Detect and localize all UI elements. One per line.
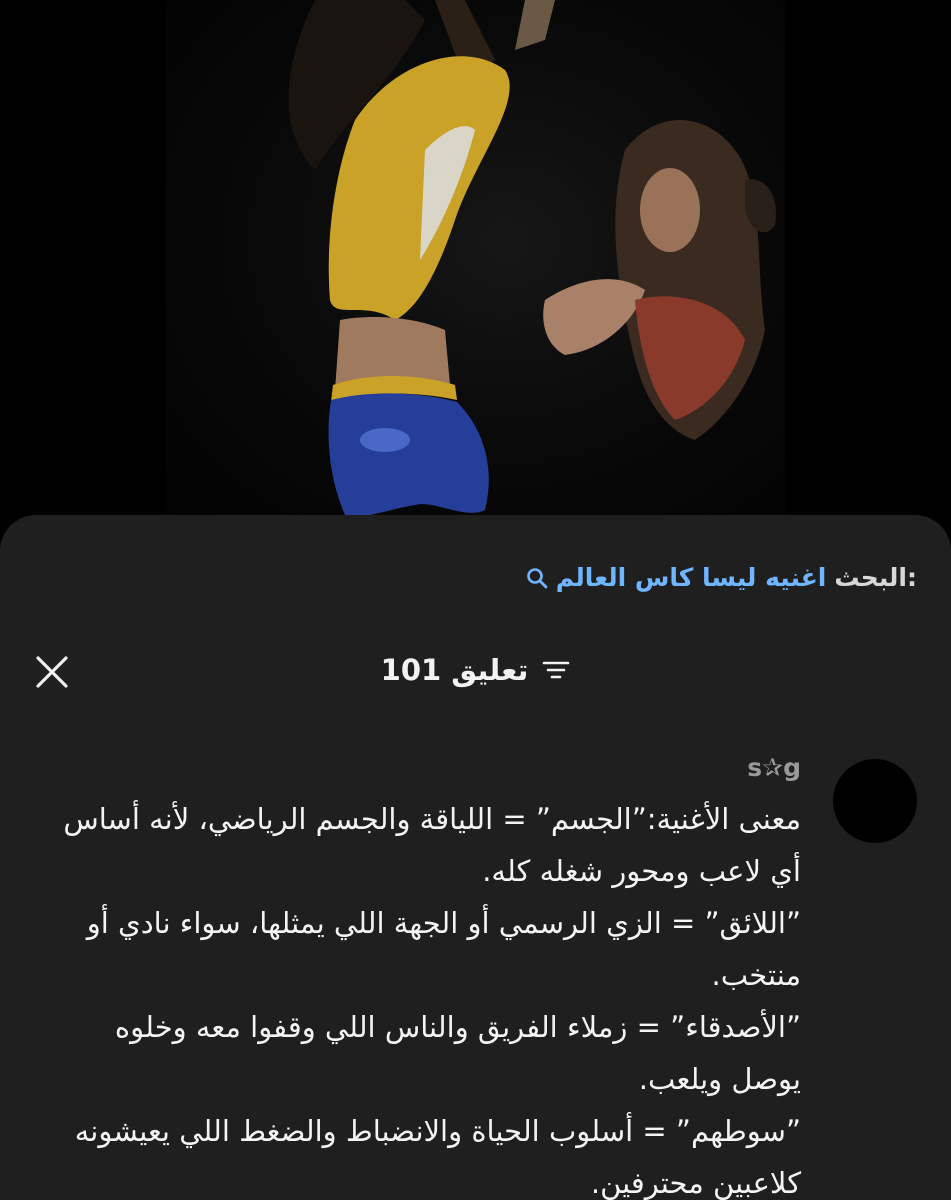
comments-title: 101 تعليق [0, 640, 951, 700]
video-player[interactable] [0, 0, 951, 535]
search-query-link[interactable]: اغنيه ليسا كاس العالم [556, 563, 827, 592]
comment-line: ”الأصدقاء” = زملاء الفريق والناس اللي وق… [114, 1010, 801, 1096]
comment-count: 101 تعليق [380, 653, 529, 687]
comment-line: معنى الأغنية:”الجسم” = اللياقة والجسم ال… [63, 802, 801, 888]
video-frame[interactable] [165, 0, 785, 535]
video-still-illustration [288, 0, 776, 535]
comments-header: 101 تعليق [0, 640, 951, 700]
search-prefix: البحث: [834, 562, 917, 592]
comments-sheet: البحث: اغنيه ليسا كاس العالم 101 تعليق s… [0, 515, 951, 1200]
search-icon [526, 566, 548, 589]
screen: البحث: اغنيه ليسا كاس العالم 101 تعليق s… [0, 0, 951, 1200]
comment-body: معنى الأغنية:”الجسم” = اللياقة والجسم ال… [61, 793, 801, 1200]
search-suggestion[interactable]: البحث: اغنيه ليسا كاس العالم [526, 557, 917, 597]
comment-line: ”اللائق” = الزي الرسمي أو الجهة اللي يمث… [86, 906, 801, 992]
filter-icon[interactable] [542, 659, 570, 681]
avatar[interactable] [833, 759, 917, 843]
comment-username[interactable]: s✰g [747, 753, 801, 782]
comment-line: ”سوطهم” = أسلوب الحياة والانضباط والضغط … [74, 1114, 801, 1200]
